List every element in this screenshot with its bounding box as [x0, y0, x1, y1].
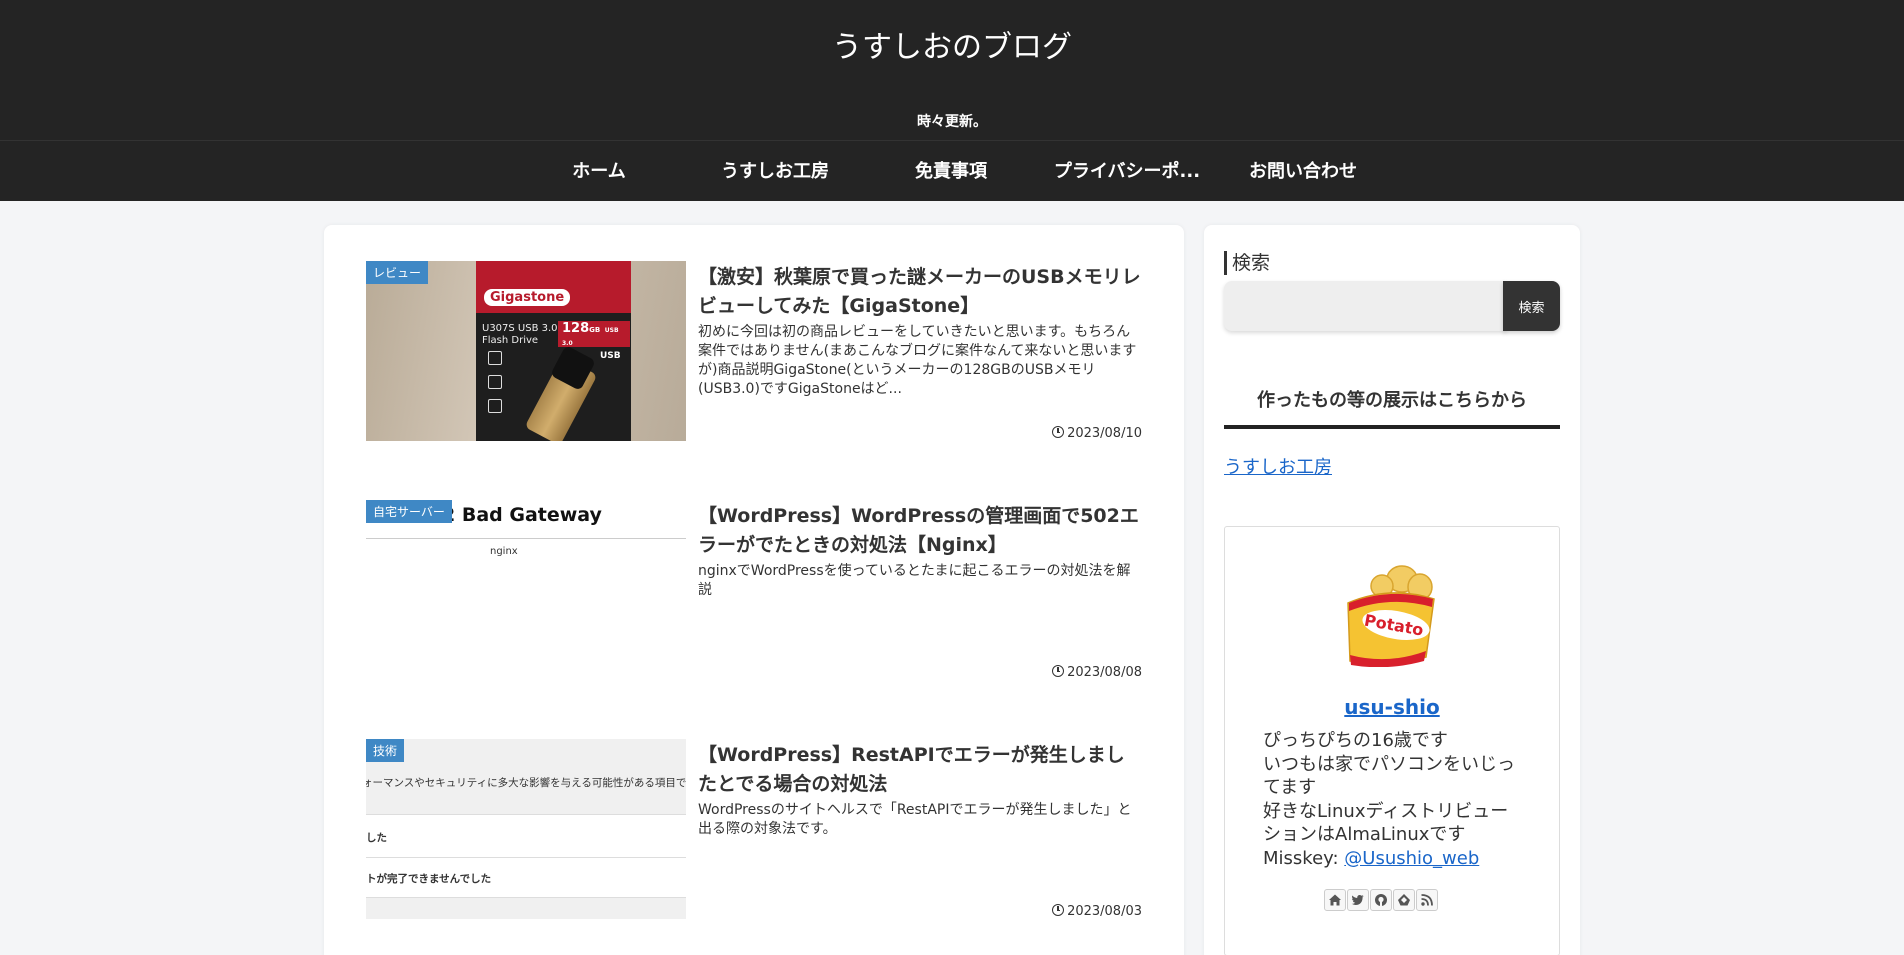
post-excerpt: WordPressのサイトヘルスで「RestAPIでエラーが発生しました」と出る…	[698, 802, 1132, 837]
profile-box: Potato usu-shio ぴっちぴちの16歳です いつもは家でパソコンをい…	[1224, 526, 1560, 955]
global-nav: ホーム うすしお工房 免責事項 プライバシーポ... お問い合わせ	[0, 140, 1904, 201]
works-heading: 作ったもの等の展示はこちらから	[1224, 387, 1560, 429]
category-badge: レビュー	[366, 261, 429, 284]
post-date: 2023/08/10	[1052, 426, 1142, 441]
search-button[interactable]: 検索	[1503, 281, 1560, 331]
feedly-icon[interactable]	[1393, 889, 1415, 911]
rss-icon[interactable]	[1416, 889, 1438, 911]
sidebar: 検索 検索 作ったもの等の展示はこちらから うすしお工房 Potato usu-…	[1204, 225, 1580, 955]
clock-icon	[1052, 426, 1065, 438]
post-list: Gigastone U307S USB 3.0 Flash Drive 128GB…	[324, 225, 1184, 955]
post-excerpt: nginxでWordPressを使っているとたまに起こるエラーの対処法を解説	[698, 563, 1131, 598]
profile-bio: ぴっちぴちの16歳です いつもは家でパソコンをいじってます 好きなLinuxディ…	[1263, 730, 1515, 869]
site-tagline: 時々更新。	[917, 114, 987, 130]
post-thumbnail[interactable]: ォーマンスやセキュリティに多大な影響を与える可能性がある項目です した トが完了…	[366, 739, 686, 919]
post-title[interactable]: 【激安】秋葉原で買った謎メーカーのUSBメモリレビューしてみた【GigaSton…	[698, 263, 1142, 321]
error-heading: 2 Bad Gateway	[442, 504, 602, 526]
post-title[interactable]: 【WordPress】RestAPIでエラーが発生しましたとでる場合の対処法	[698, 741, 1142, 799]
search-heading: 検索	[1224, 251, 1270, 275]
twitter-icon[interactable]	[1347, 889, 1369, 911]
works-link[interactable]: うすしお工房	[1224, 453, 1332, 479]
profile-name[interactable]: usu-shio	[1225, 695, 1559, 719]
avatar: Potato	[1347, 565, 1435, 667]
post-date: 2023/08/03	[1052, 904, 1142, 919]
gigastone-logo: Gigastone	[484, 289, 571, 306]
post-card[interactable]: 2 Bad Gateway nginx 自宅サーバー 【WordPress】Wo…	[366, 500, 1142, 680]
post-thumbnail[interactable]: Gigastone U307S USB 3.0 Flash Drive 128GB…	[366, 261, 686, 441]
nav-item-contact[interactable]: お問い合わせ	[1215, 141, 1391, 202]
post-card[interactable]: Gigastone U307S USB 3.0 Flash Drive 128GB…	[366, 261, 1142, 441]
post-date: 2023/08/08	[1052, 665, 1142, 680]
clock-icon	[1052, 665, 1065, 677]
music-icon	[488, 399, 502, 413]
nav-item-home[interactable]: ホーム	[511, 141, 687, 202]
category-badge: 技術	[366, 739, 405, 762]
capacity-label: 128GB USB 3.0 USB	[558, 321, 630, 361]
site-header: うすしおのブログ 時々更新。	[0, 0, 1904, 140]
misskey-link[interactable]: @Usushio_web	[1344, 848, 1479, 869]
category-badge: 自宅サーバー	[366, 500, 452, 523]
nav-item-privacy-policy[interactable]: プライバシーポ...	[1039, 141, 1215, 202]
clock-icon	[1052, 904, 1065, 916]
nav-item-usushio-koubou[interactable]: うすしお工房	[687, 141, 863, 202]
post-excerpt: 初めに今回は初の商品レビューをしていきたいと思います。もちろん案件ではありません…	[698, 324, 1137, 397]
post-thumbnail[interactable]: 2 Bad Gateway nginx 自宅サーバー	[366, 500, 686, 680]
search-input[interactable]	[1224, 281, 1506, 331]
home-icon[interactable]	[1324, 889, 1346, 911]
site-title[interactable]: うすしおのブログ	[0, 22, 1904, 66]
post-title[interactable]: 【WordPress】WordPressの管理画面で502エラーがでたときの対処…	[698, 502, 1142, 560]
person-icon	[488, 351, 502, 365]
github-icon[interactable]	[1370, 889, 1392, 911]
nav-item-disclaimer[interactable]: 免責事項	[863, 141, 1039, 202]
post-card[interactable]: ォーマンスやセキュリティに多大な影響を与える可能性がある項目です した トが完了…	[366, 739, 1142, 919]
video-icon	[488, 375, 502, 389]
